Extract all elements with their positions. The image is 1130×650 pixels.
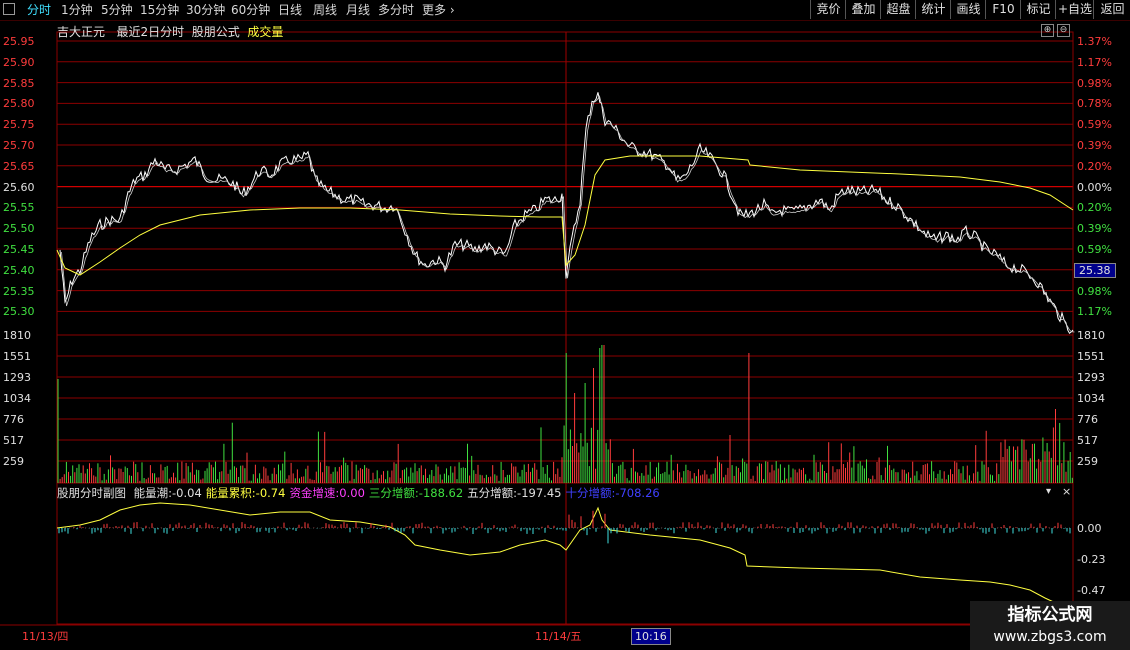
- stock-info-bar: 吉大正元 最近2日分时 股朋公式 成交量: [57, 23, 283, 40]
- volume-tick-3: 1034: [3, 392, 31, 405]
- pct-tick-9: 0.39%: [1077, 222, 1112, 236]
- day1-label: 11/13/四: [22, 630, 69, 643]
- price-tick-4: 25.75: [3, 118, 35, 132]
- sub-tick-2: -0.47: [1077, 584, 1106, 597]
- day2-label: 11/14/五: [535, 630, 582, 643]
- tab-6[interactable]: 日线: [278, 1, 302, 19]
- price-tick-12: 25.35: [3, 284, 35, 298]
- tab-1[interactable]: 1分钟: [61, 1, 93, 19]
- price-tick-6: 25.65: [3, 159, 35, 173]
- pct-tick-4: 0.59%: [1077, 118, 1112, 132]
- tab-3[interactable]: 15分钟: [140, 1, 179, 19]
- watermark-url: www.zbgs3.com: [993, 629, 1107, 645]
- price-tick-8: 25.55: [3, 201, 35, 215]
- price-tick-10: 25.45: [3, 243, 35, 256]
- pct-tick-6: 0.20%: [1077, 159, 1112, 173]
- sub-indicator-0: 能量潮:-0.04: [133, 486, 202, 500]
- toolbar-button-5[interactable]: F10: [985, 0, 1021, 19]
- tab-4[interactable]: 30分钟: [186, 1, 225, 19]
- toolbar-button-8[interactable]: 返回: [1093, 0, 1130, 19]
- volume-tick-right-4: 776: [1077, 413, 1098, 426]
- volume-tick-right-2: 1293: [1077, 371, 1105, 384]
- price-tick-7: 25.60: [3, 180, 35, 194]
- indicator-label[interactable]: 成交量: [247, 25, 283, 39]
- close-icon[interactable]: ×: [1062, 485, 1071, 498]
- toolbar-button-4[interactable]: 画线: [950, 0, 986, 19]
- settings-icon[interactable]: ⊕: [1041, 24, 1054, 37]
- sub-indicator-5: 十分增额:-708.26: [565, 486, 660, 500]
- pct-tick-7: 0.00%: [1077, 180, 1112, 194]
- toolbar-button-7[interactable]: +自选: [1055, 0, 1094, 19]
- price-tick-2: 25.85: [3, 76, 35, 90]
- window-icon[interactable]: [3, 3, 15, 15]
- price-tick-1: 25.90: [3, 55, 35, 69]
- volume-tick-right-6: 259: [1077, 455, 1098, 468]
- toolbar-button-3[interactable]: 统计: [915, 0, 951, 19]
- volume-tick-right-0: 1810: [1077, 329, 1105, 342]
- collapse-icon[interactable]: ▾: [1046, 485, 1051, 498]
- pct-tick-13: 1.17%: [1077, 305, 1112, 319]
- sub-chart-info: 股朋分时副图 能量潮:-0.04 能量累积:-0.74 资金增速:0.00 三分增额:…: [57, 485, 668, 501]
- volume-tick-0: 1810: [3, 329, 31, 342]
- toolbar-button-0[interactable]: 竞价: [810, 0, 846, 19]
- price-tick-9: 25.50: [3, 222, 35, 236]
- tab-9[interactable]: 多分时: [378, 1, 414, 19]
- tab-8[interactable]: 月线: [346, 1, 370, 19]
- pct-tick-10: 0.59%: [1077, 243, 1112, 256]
- watermark-title: 指标公式网: [1007, 605, 1093, 625]
- price-tick-3: 25.80: [3, 97, 35, 111]
- sub-chart-title[interactable]: 股朋分时副图: [57, 486, 126, 500]
- average-price-line: [56, 155, 1074, 276]
- pct-tick-2: 0.98%: [1077, 76, 1112, 90]
- energy-accumulation-line: [56, 502, 1061, 606]
- price-tick-0: 25.95: [3, 35, 35, 48]
- sub-tick-1: -0.23: [1077, 553, 1106, 566]
- pct-tick-8: 0.20%: [1077, 201, 1112, 215]
- volume-tick-5: 517: [3, 434, 24, 447]
- sub-indicator-1: 能量累积:-0.74: [205, 486, 286, 500]
- volume-tick-right-3: 1034: [1077, 392, 1105, 405]
- pct-tick-12: 0.98%: [1077, 284, 1112, 298]
- toolbar-button-1[interactable]: 叠加: [845, 0, 881, 19]
- stock-name: 吉大正元: [57, 25, 106, 39]
- chart-canvas[interactable]: [0, 0, 1130, 650]
- toolbar-button-2[interactable]: 超盘: [880, 0, 916, 19]
- tab-10[interactable]: 更多 ›: [422, 1, 455, 19]
- tab-0[interactable]: 分时: [27, 1, 51, 19]
- tab-5[interactable]: 60分钟: [231, 1, 270, 19]
- price-tick-13: 25.30: [3, 305, 35, 319]
- pct-tick-0: 1.37%: [1077, 35, 1112, 48]
- time-axis: 11/13/四 11/14/五 10:16: [0, 627, 1130, 650]
- pct-tick-3: 0.78%: [1077, 97, 1112, 111]
- price-tick-11: 25.40: [3, 263, 35, 277]
- cursor-time-label: 10:16: [631, 628, 671, 645]
- volume-tick-2: 1293: [3, 371, 31, 384]
- volume-tick-1: 1551: [3, 350, 31, 363]
- chart-frame: [56, 31, 1074, 625]
- volume-tick-6: 259: [3, 455, 24, 468]
- sub-indicator-4: 五分增额:-197.45: [467, 486, 562, 500]
- zoom-icon[interactable]: ⊖: [1057, 24, 1070, 37]
- tab-7[interactable]: 周线: [313, 1, 337, 19]
- tab-2[interactable]: 5分钟: [101, 1, 133, 19]
- period-label: 最近2日分时: [116, 25, 185, 39]
- toolbar-button-6[interactable]: 标记: [1020, 0, 1056, 19]
- volume-tick-right-1: 1551: [1077, 350, 1105, 363]
- sub-tick-0: 0.00: [1077, 522, 1102, 535]
- pct-tick-5: 0.39%: [1077, 139, 1112, 152]
- formula-label: 股朋公式: [191, 25, 240, 39]
- sub-indicator-2: 资金增速:0.00: [289, 486, 365, 500]
- pct-tick-1: 1.17%: [1077, 55, 1112, 69]
- volume-tick-4: 776: [3, 413, 24, 426]
- watermark: 指标公式网 www.zbgs3.com: [970, 601, 1130, 650]
- sub-indicator-3: 三分增额:-188.62: [368, 486, 464, 500]
- period-toolbar: 分时 1分钟 5分钟 15分钟 30分钟 60分钟 日线 周线 月线 多分时 更多 › 竞价 叠加 超盘…: [0, 0, 1130, 21]
- current-price-label: 25.38: [1074, 263, 1116, 278]
- price-tick-5: 25.70: [3, 139, 35, 152]
- volume-tick-right-5: 517: [1077, 434, 1098, 447]
